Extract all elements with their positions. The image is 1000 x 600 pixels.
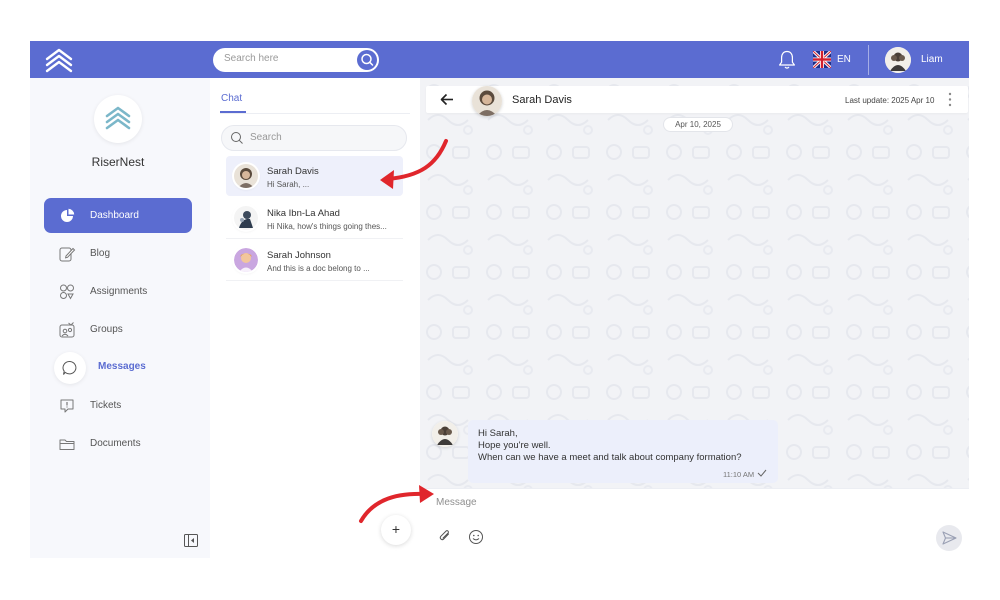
- sidebar-item-assignments[interactable]: Assignments: [44, 274, 192, 309]
- chat-item-nika[interactable]: Nika Ibn-La Ahad Hi Nika, how's things g…: [226, 198, 403, 238]
- sender-avatar: [432, 421, 458, 447]
- conversation-panel: Sarah Davis Last update: 2025 Apr 10 Apr…: [420, 78, 969, 558]
- chat-preview: And this is a doc belong to ...: [267, 264, 370, 273]
- message-bubble[interactable]: Hi Sarah, Hope you're well. When can we …: [468, 420, 778, 483]
- sidebar-item-label: Blog: [90, 248, 111, 259]
- folder-icon: [59, 439, 75, 450]
- avatar: [234, 206, 258, 230]
- avatar-photo-icon: [472, 86, 502, 116]
- sidebar-item-label: Documents: [90, 438, 141, 449]
- sidebar: RiserNest Dashboard Blog Assignments Gro…: [30, 78, 210, 558]
- user-name[interactable]: Liam: [921, 54, 943, 65]
- search-icon: [361, 53, 374, 66]
- user-photo-icon: [432, 421, 458, 447]
- sidebar-item-groups[interactable]: Groups: [44, 312, 192, 347]
- tab-chat[interactable]: Chat: [221, 93, 242, 104]
- ticket-icon: [60, 399, 74, 413]
- tab-divider: [220, 113, 410, 114]
- chat-name: Sarah Johnson: [267, 250, 331, 261]
- language-selector[interactable]: EN: [837, 54, 851, 65]
- sidebar-item-label: Groups: [90, 324, 123, 335]
- avatar-photo-icon: [234, 164, 258, 188]
- sidebar-item-label: Tickets: [90, 400, 122, 411]
- chat-preview: Hi Sarah, ...: [267, 180, 310, 189]
- chat-list-panel: Chat Sarah Davis Hi Sarah, ...: [210, 78, 420, 558]
- paperclip-icon[interactable]: [438, 529, 452, 543]
- top-bar: EN Liam: [30, 41, 969, 78]
- org-logo: [94, 95, 142, 143]
- sidebar-item-documents[interactable]: Documents: [44, 426, 192, 461]
- avatar-photo-icon: [234, 206, 258, 230]
- pie-chart-icon: [61, 208, 75, 222]
- message-time: 11:10 AM: [723, 470, 755, 479]
- check-icon: [757, 469, 767, 477]
- sidebar-item-label: Messages: [98, 361, 146, 372]
- message-line: Hope you're well.: [478, 440, 551, 451]
- collapse-sidebar-icon[interactable]: [184, 534, 198, 547]
- global-search: [213, 48, 379, 72]
- avatar: [234, 164, 258, 188]
- topbar-divider: [868, 45, 869, 75]
- org-name: RiserNest: [91, 155, 145, 169]
- org-logo-icon: [105, 106, 131, 130]
- user-avatar[interactable]: [885, 47, 911, 73]
- divider: [226, 280, 403, 281]
- groups-icon: [59, 322, 75, 338]
- chat-preview: Hi Nika, how's things going thes...: [267, 222, 387, 231]
- bell-icon[interactable]: [777, 49, 797, 71]
- last-update-text: Last update: 2025 Apr 10: [845, 96, 935, 105]
- send-icon: [942, 531, 957, 545]
- avatar: [234, 248, 258, 272]
- sidebar-item-label: Dashboard: [90, 210, 139, 221]
- edit-icon: [59, 247, 76, 262]
- messages-highlight: [54, 352, 86, 384]
- sidebar-item-dashboard[interactable]: Dashboard: [44, 198, 192, 233]
- brand-logo-icon[interactable]: [44, 47, 74, 73]
- new-chat-button[interactable]: +: [381, 515, 411, 545]
- search-button[interactable]: [357, 50, 377, 70]
- chat-item-sarah-johnson[interactable]: Sarah Johnson And this is a doc belong t…: [226, 240, 403, 280]
- conversation-header: Sarah Davis Last update: 2025 Apr 10: [426, 86, 968, 116]
- user-photo-icon: [885, 47, 911, 73]
- contact-avatar[interactable]: [472, 86, 502, 116]
- global-search-input[interactable]: [224, 53, 344, 64]
- uk-flag-icon[interactable]: [813, 51, 831, 68]
- chat-item-sarah-davis[interactable]: Sarah Davis Hi Sarah, ...: [226, 156, 403, 196]
- sidebar-item-tickets[interactable]: Tickets: [44, 388, 192, 423]
- message-line: When can we have a meet and talk about c…: [478, 452, 742, 463]
- message-line: Hi Sarah,: [478, 428, 518, 439]
- more-options-icon[interactable]: [948, 92, 952, 107]
- message-composer: [420, 488, 969, 558]
- send-button[interactable]: [936, 525, 962, 551]
- contact-name: Sarah Davis: [512, 94, 572, 106]
- date-divider: Apr 10, 2025: [663, 117, 733, 132]
- chat-name: Nika Ibn-La Ahad: [267, 208, 340, 219]
- search-icon: [231, 132, 243, 144]
- avatar-illustration-icon: [234, 248, 258, 272]
- emoji-icon[interactable]: [468, 529, 484, 545]
- chat-search-input[interactable]: [250, 132, 400, 143]
- sidebar-item-blog[interactable]: Blog: [44, 236, 192, 271]
- chat-search: [221, 125, 407, 151]
- app-window: EN Liam RiserNest: [30, 41, 969, 558]
- message-input[interactable]: [436, 497, 916, 508]
- divider: [226, 238, 403, 239]
- chat-name: Sarah Davis: [267, 166, 319, 177]
- chat-bubble-icon: [62, 361, 77, 375]
- sidebar-item-label: Assignments: [90, 286, 148, 297]
- sidebar-item-messages[interactable]: Messages: [44, 352, 192, 387]
- back-arrow-icon[interactable]: [440, 93, 454, 106]
- assignments-icon: [60, 284, 74, 300]
